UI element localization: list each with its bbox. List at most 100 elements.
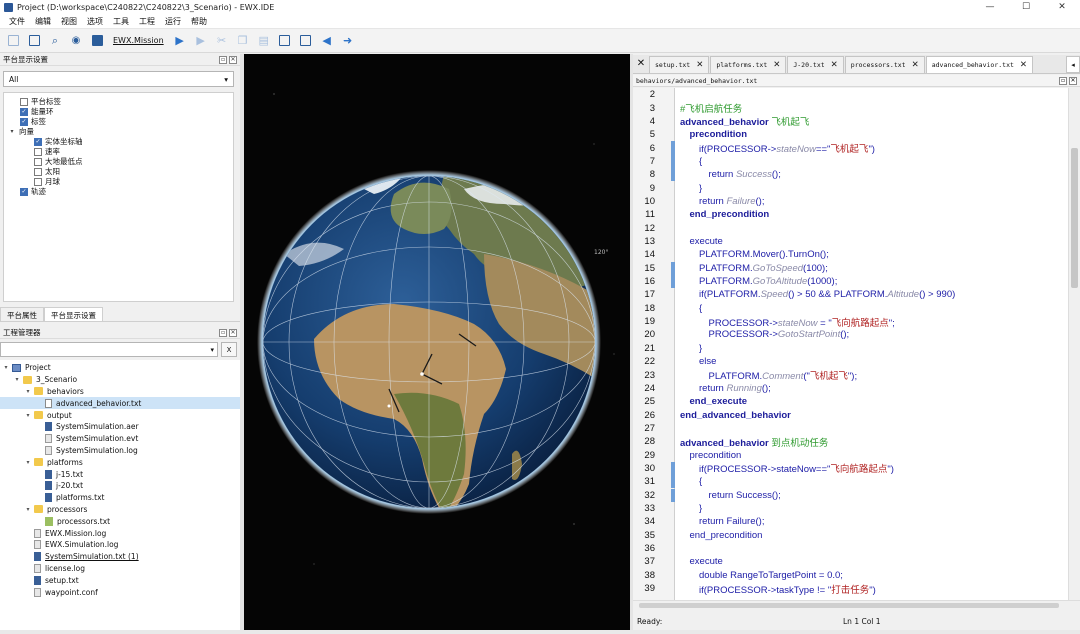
code-line[interactable]: 9} bbox=[633, 181, 1068, 194]
code-line[interactable]: 32 return Success(); bbox=[633, 489, 1068, 502]
code-line[interactable]: 10 return Failure(); bbox=[633, 195, 1068, 208]
checkbox[interactable] bbox=[20, 97, 28, 106]
close-icon[interactable]: ✕ bbox=[831, 60, 838, 70]
tree-folder[interactable]: ▾ behaviors bbox=[0, 386, 240, 398]
code-line[interactable]: 20 PROCESSOR->GotoStartPoint(); bbox=[633, 328, 1068, 341]
code-line[interactable]: 27 bbox=[633, 422, 1068, 435]
code-line[interactable]: 21} bbox=[633, 342, 1068, 355]
project-filter-select[interactable]: ▾ bbox=[0, 342, 218, 357]
tree-file[interactable]: SystemSimulation.aer bbox=[0, 421, 240, 433]
tree-file[interactable]: SystemSimulation.txt (1) bbox=[0, 551, 240, 563]
close-icon[interactable]: ✕ bbox=[912, 60, 919, 70]
close-all-icon[interactable]: ✕ bbox=[633, 54, 649, 73]
close-icon[interactable]: ✕ bbox=[1020, 60, 1027, 70]
checkbox[interactable]: ✓ bbox=[20, 187, 28, 196]
float-icon[interactable]: ▫ bbox=[219, 328, 227, 337]
menu-project[interactable]: 工程 bbox=[134, 16, 160, 27]
code-line[interactable]: 16 PLATFORM.GoToAltitude(1000); bbox=[633, 275, 1068, 288]
code-line[interactable]: 18 { bbox=[633, 302, 1068, 315]
code-line[interactable]: 3 #飞机启航任务 bbox=[633, 101, 1068, 116]
collapse-icon[interactable]: ▾ bbox=[8, 128, 16, 135]
layer-group[interactable]: ▾ 向量 bbox=[8, 126, 34, 137]
tree-folder[interactable]: ▾ 3_Scenario bbox=[0, 374, 240, 386]
view-icon[interactable]: ◉ bbox=[69, 34, 83, 48]
editor-tab[interactable]: platforms.txt ✕ bbox=[710, 56, 787, 73]
editor-tab[interactable]: J-20.txt ✕ bbox=[787, 56, 844, 73]
close-button[interactable]: ✕ bbox=[1044, 0, 1080, 14]
platform-filter-select[interactable]: All ▾ bbox=[3, 71, 234, 87]
code-line[interactable]: 36 bbox=[633, 542, 1068, 555]
menu-help[interactable]: 帮助 bbox=[186, 16, 212, 27]
copy-icon[interactable]: ❐ bbox=[236, 34, 250, 48]
tree-folder[interactable]: ▾ output bbox=[0, 409, 240, 421]
checkbox[interactable] bbox=[34, 147, 42, 156]
back-arrow-icon[interactable]: ◀ bbox=[320, 34, 334, 48]
tree-file[interactable]: EWX.Simulation.log bbox=[0, 539, 240, 551]
tree-file[interactable]: EWX.Mission.log bbox=[0, 527, 240, 539]
terminal-icon[interactable] bbox=[90, 34, 104, 48]
code-line[interactable]: 35 end_precondition bbox=[633, 529, 1068, 542]
menu-view[interactable]: 视图 bbox=[56, 16, 82, 27]
code-line[interactable]: 2 bbox=[633, 88, 1068, 101]
platform-marker[interactable] bbox=[387, 404, 391, 408]
menu-run[interactable]: 运行 bbox=[160, 16, 186, 27]
minimize-button[interactable]: — bbox=[972, 0, 1008, 14]
expand-arrow-icon[interactable]: ▾ bbox=[24, 412, 32, 419]
close-icon[interactable]: ✕ bbox=[696, 60, 703, 70]
checkbox[interactable] bbox=[34, 177, 42, 186]
tree-file[interactable]: j-15.txt bbox=[0, 468, 240, 480]
checkbox[interactable] bbox=[34, 167, 42, 176]
code-line[interactable]: 37 execute bbox=[633, 555, 1068, 568]
expand-arrow-icon[interactable]: ▾ bbox=[24, 459, 32, 466]
code-line[interactable]: 14 PLATFORM.Mover().TurnOn(); bbox=[633, 248, 1068, 261]
tab-platform-properties[interactable]: 平台属性 bbox=[0, 307, 44, 321]
code-line[interactable]: 13 execute bbox=[633, 235, 1068, 248]
checkbox[interactable]: ✓ bbox=[34, 137, 42, 146]
code-editor[interactable]: 2 3 #飞机启航任务 4 advanced_behavior 飞机起飞 5 precond… bbox=[633, 88, 1068, 600]
undo-icon[interactable] bbox=[278, 34, 292, 48]
code-line[interactable]: 23 PLATFORM.Comment("飞机起飞"); bbox=[633, 368, 1068, 383]
find-icon[interactable]: ⌕ bbox=[48, 34, 62, 48]
redo-icon[interactable] bbox=[299, 34, 313, 48]
layer-item[interactable]: ✓ 轨迹 bbox=[20, 186, 46, 197]
checkbox[interactable] bbox=[34, 157, 42, 166]
float-icon[interactable]: ▫ bbox=[1059, 76, 1067, 85]
panel-close-icon[interactable]: ✕ bbox=[229, 328, 237, 337]
code-line[interactable]: 7{ bbox=[633, 155, 1068, 168]
code-line[interactable]: 29 precondition bbox=[633, 448, 1068, 461]
code-line[interactable]: 12 bbox=[633, 222, 1068, 235]
code-line[interactable]: 8 return Success(); bbox=[633, 168, 1068, 181]
float-icon[interactable]: ▫ bbox=[219, 55, 227, 64]
tree-file[interactable]: SystemSimulation.log bbox=[0, 445, 240, 457]
code-line[interactable]: 15 PLATFORM.GoToSpeed(100); bbox=[633, 262, 1068, 275]
code-line[interactable]: 5 precondition bbox=[633, 128, 1068, 141]
tree-folder[interactable]: ▾ processors bbox=[0, 504, 240, 516]
code-line[interactable]: 39 if(PROCESSOR->taskType != "打击任务") bbox=[633, 582, 1068, 596]
code-line[interactable]: 26 end_advanced_behavior bbox=[633, 408, 1068, 421]
code-line[interactable]: 30 if(PROCESSOR->stateNow=="飞向航路起点") bbox=[633, 462, 1068, 476]
editor-tab[interactable]: setup.txt ✕ bbox=[649, 56, 710, 73]
expand-arrow-icon[interactable]: ▾ bbox=[2, 364, 10, 371]
tree-folder[interactable]: ▾ Project bbox=[0, 362, 240, 374]
code-line[interactable]: 6 if(PROCESSOR->stateNow=="飞机起飞") bbox=[633, 141, 1068, 156]
expand-arrow-icon[interactable]: ▾ bbox=[13, 376, 21, 383]
scroll-thumb[interactable] bbox=[1071, 148, 1078, 288]
code-line[interactable]: 38 double RangeToTargetPoint = 0.0; bbox=[633, 569, 1068, 582]
menu-edit[interactable]: 编辑 bbox=[30, 16, 56, 27]
code-line[interactable]: 31 { bbox=[633, 475, 1068, 488]
platform-marker[interactable] bbox=[420, 372, 424, 376]
editor-tab-active[interactable]: advanced_behavior.txt ✕ bbox=[925, 56, 1034, 73]
code-line[interactable]: 22 else bbox=[633, 355, 1068, 368]
code-line[interactable]: 28 advanced_behavior 到点机动任务 bbox=[633, 435, 1068, 449]
paste-icon[interactable]: ▤ bbox=[257, 34, 271, 48]
panel-close-icon[interactable]: ✕ bbox=[229, 55, 237, 64]
tree-file[interactable]: processors.txt bbox=[0, 515, 240, 527]
panel-close-icon[interactable]: ✕ bbox=[1069, 76, 1077, 85]
menu-file[interactable]: 文件 bbox=[4, 16, 30, 27]
menu-options[interactable]: 选项 bbox=[82, 16, 108, 27]
clear-filter-button[interactable]: X bbox=[221, 342, 237, 357]
save-all-icon[interactable] bbox=[27, 34, 41, 48]
menu-tools[interactable]: 工具 bbox=[108, 16, 134, 27]
code-line[interactable]: 25 end_execute bbox=[633, 395, 1068, 408]
code-line[interactable]: 4 advanced_behavior 飞机起飞 bbox=[633, 115, 1068, 129]
